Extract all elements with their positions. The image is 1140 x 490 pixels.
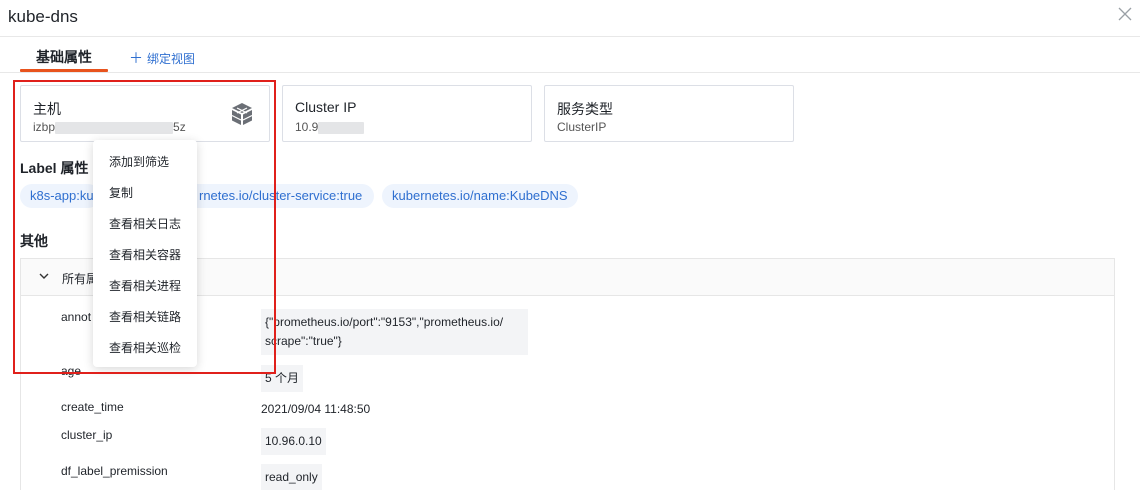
active-tab-indicator <box>20 69 108 72</box>
cluster-ip-card[interactable]: Cluster IP 10.9 <box>282 85 532 142</box>
tab-bar: 基础属性 ＋ 绑定视图 <box>0 37 1140 73</box>
host-value: izbp 5z <box>33 120 186 134</box>
menu-item-view-logs[interactable]: 查看相关日志 <box>109 215 181 232</box>
cluster-ip-value-prefix: 10.9 <box>295 120 319 134</box>
menu-item-copy[interactable]: 复制 <box>109 184 133 201</box>
menu-item-add-to-filter[interactable]: 添加到筛选 <box>109 153 169 170</box>
property-value-age: 5 个月 <box>261 365 304 392</box>
redacted-ip-segment <box>318 121 365 134</box>
property-value-annotations: {"prometheus.io/port":"9153","prometheus… <box>261 309 528 355</box>
host-label: 主机 <box>33 101 61 117</box>
other-section-title: 其他 <box>20 233 48 249</box>
plus-icon: ＋ <box>129 50 143 66</box>
host-value-prefix: izbp <box>33 120 56 134</box>
cluster-ip-value: 10.9 <box>295 120 365 134</box>
menu-item-view-containers[interactable]: 查看相关容器 <box>109 246 181 263</box>
context-menu: 添加到筛选 复制 查看相关日志 查看相关容器 查看相关进程 查看相关链路 查看相… <box>93 140 197 367</box>
host-value-suffix: 5z <box>173 120 186 134</box>
property-key-df-label-premission: df_label_premission <box>61 464 168 478</box>
drawer-header: kube-dns <box>0 0 1140 37</box>
redacted-host-segment <box>55 121 174 134</box>
chevron-down-icon[interactable] <box>39 272 49 280</box>
service-type-card[interactable]: 服务类型 ClusterIP <box>544 85 794 142</box>
cube-stack-icon <box>231 103 253 125</box>
cluster-ip-label: Cluster IP <box>295 99 357 115</box>
property-key-cluster-ip: cluster_ip <box>61 428 113 442</box>
property-key-create-time: create_time <box>61 400 124 414</box>
menu-item-view-processes[interactable]: 查看相关进程 <box>109 277 181 294</box>
property-value-create-time: 2021/09/04 11:48:50 <box>261 402 371 416</box>
property-key-age: age <box>61 364 82 378</box>
bind-view-button[interactable]: ＋ 绑定视图 <box>129 48 195 68</box>
label-tag-k8s-app[interactable]: k8s-app:ku <box>20 184 100 208</box>
label-section-title: Label 属性 <box>20 160 89 176</box>
property-key-annotations: annot <box>61 310 92 324</box>
label-tag-kubernetes-name[interactable]: kubernetes.io/name:KubeDNS <box>382 184 578 208</box>
host-card[interactable]: 主机 izbp 5z <box>20 85 270 142</box>
drawer-title: kube-dns <box>8 7 78 26</box>
property-value-cluster-ip: 10.96.0.10 <box>261 428 326 455</box>
annotations-line-1: {"prometheus.io/port":"9153","prometheus… <box>265 315 504 329</box>
service-type-label: 服务类型 <box>557 101 613 117</box>
property-value-df-label-premission: read_only <box>261 464 322 490</box>
tab-basic-properties[interactable]: 基础属性 <box>20 47 108 67</box>
bind-view-label: 绑定视图 <box>147 52 196 66</box>
service-type-value: ClusterIP <box>557 120 607 134</box>
close-icon[interactable] <box>1118 7 1132 21</box>
menu-item-view-inspections[interactable]: 查看相关巡检 <box>109 339 181 356</box>
menu-item-view-traces[interactable]: 查看相关链路 <box>109 308 181 325</box>
label-tag-cluster-service[interactable]: rnetes.io/cluster-service:true <box>196 184 375 208</box>
annotations-line-2: scrape":"true"} <box>265 334 342 348</box>
